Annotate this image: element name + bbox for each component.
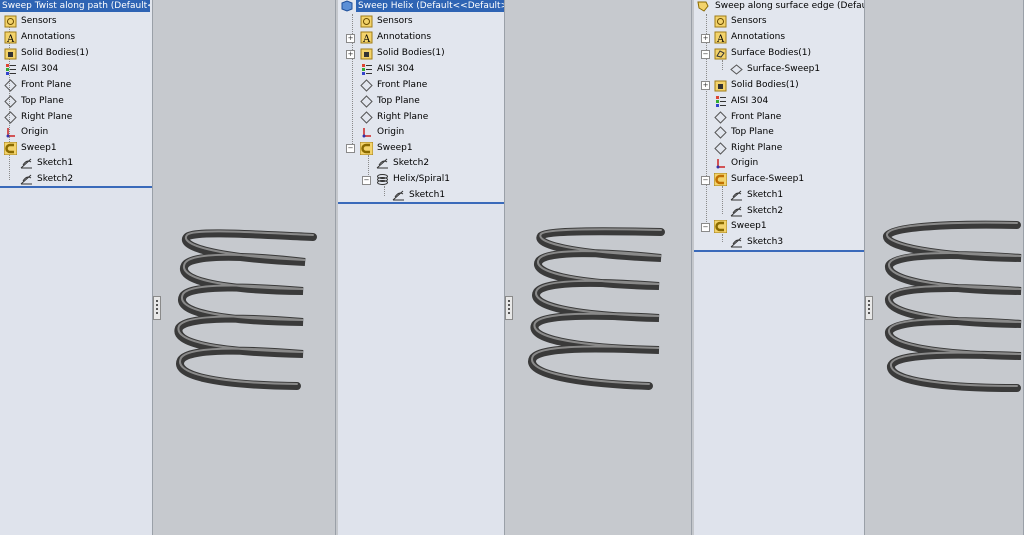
collapse-toggle[interactable]: − xyxy=(701,223,710,232)
expand-toggle[interactable]: + xyxy=(701,81,710,90)
spring-model-1 xyxy=(174,229,317,390)
solid-bodies-icon xyxy=(360,48,373,60)
sweep-icon xyxy=(714,173,727,186)
material-icon xyxy=(716,96,726,107)
sensors-icon xyxy=(714,15,727,28)
graphics-view-2[interactable] xyxy=(504,0,692,535)
feature-tree-3: Sweep along surface edge (Defaul + − + −… xyxy=(694,0,864,250)
part-icon xyxy=(341,0,353,12)
sensors-icon xyxy=(4,15,17,28)
sketch-icon xyxy=(730,206,742,217)
solid-bodies-icon xyxy=(4,48,17,60)
plane-icon xyxy=(714,142,727,155)
svg-text:A: A xyxy=(6,34,15,44)
annotations-icon: A xyxy=(4,31,17,44)
feature-tree-panel-1: Sweep Twist along path (Default< Sensors… xyxy=(0,0,152,535)
expand-toggle[interactable]: + xyxy=(346,34,355,43)
sweep-icon xyxy=(360,142,373,155)
material-icon xyxy=(362,64,372,75)
collapse-toggle[interactable]: − xyxy=(701,176,710,185)
part-title[interactable]: Sweep along surface edge (Defaul xyxy=(713,0,864,12)
collapse-toggle[interactable]: − xyxy=(362,176,371,185)
surface-icon xyxy=(730,64,743,75)
feature-tree-panel-2: Sweep Helix (Default<<Default> + + − − S… xyxy=(338,0,504,535)
annotations-icon: A xyxy=(714,31,727,44)
plane-icon xyxy=(714,111,727,124)
svg-text:A: A xyxy=(716,34,725,44)
origin-icon xyxy=(362,128,371,138)
part-title-label: Sweep Twist along path (Default< xyxy=(2,1,150,11)
origin-icon xyxy=(6,128,15,138)
plane-icon xyxy=(4,95,17,108)
sketch-icon xyxy=(20,174,32,185)
plane-icon xyxy=(714,126,727,139)
sensors-icon xyxy=(360,15,373,28)
part-title-label: Sweep along surface edge (Defaul xyxy=(715,1,864,11)
solid-bodies-icon xyxy=(714,80,727,92)
feature-tree-1: Sweep Twist along path (Default< Sensors… xyxy=(0,0,152,186)
tree-divider xyxy=(694,250,864,252)
material-icon xyxy=(6,64,16,75)
sketch-icon xyxy=(392,190,404,201)
sweep-icon xyxy=(714,220,727,233)
sketch-icon xyxy=(730,190,742,201)
part-icon xyxy=(697,1,709,12)
tree-divider xyxy=(0,186,152,188)
annotations-icon: A xyxy=(360,31,373,44)
sketch-icon xyxy=(20,158,32,169)
feature-tree-panel-3: Sweep along surface edge (Defaul + − + −… xyxy=(694,0,864,535)
plane-icon xyxy=(360,95,373,108)
plane-icon xyxy=(4,111,17,124)
expand-toggle[interactable]: + xyxy=(701,34,710,43)
part-title-label: Sweep Helix (Default<<Default> xyxy=(358,1,504,11)
feature-tree-2: Sweep Helix (Default<<Default> + + − − S… xyxy=(338,0,504,202)
plane-icon xyxy=(360,111,373,124)
graphics-view-3[interactable] xyxy=(864,0,1024,535)
sketch-icon xyxy=(376,158,388,169)
plane-icon xyxy=(4,79,17,92)
collapse-toggle[interactable]: − xyxy=(346,144,355,153)
plane-icon xyxy=(360,79,373,92)
helix-icon xyxy=(377,174,388,185)
sweep-icon xyxy=(4,142,17,155)
spring-model-3 xyxy=(883,220,1022,392)
sketch-icon xyxy=(730,237,742,248)
part-title[interactable]: Sweep Twist along path (Default< xyxy=(0,0,150,12)
svg-text:A: A xyxy=(362,34,371,44)
part-title[interactable]: Sweep Helix (Default<<Default> xyxy=(356,0,504,12)
spring-model-2 xyxy=(528,227,665,390)
tree-divider xyxy=(338,202,504,204)
graphics-view-1[interactable] xyxy=(152,0,336,535)
origin-icon xyxy=(716,159,725,169)
surface-bodies-icon xyxy=(714,48,727,60)
collapse-toggle[interactable]: − xyxy=(701,50,710,59)
expand-toggle[interactable]: + xyxy=(346,50,355,59)
